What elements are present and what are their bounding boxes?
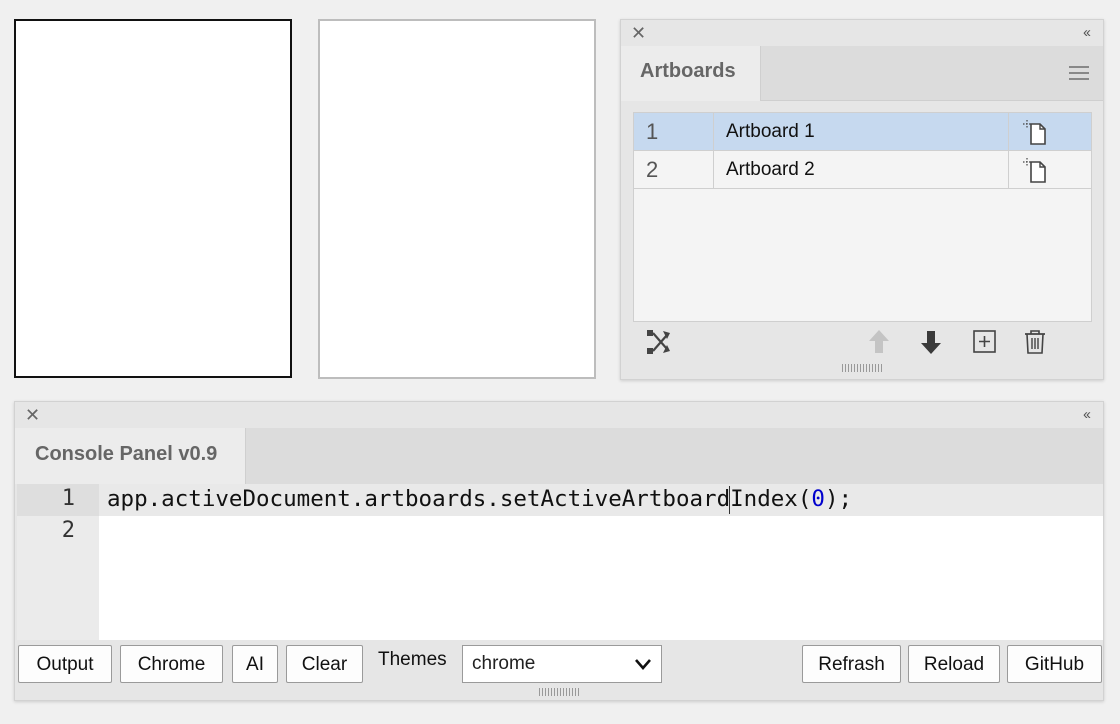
artboard-name[interactable]: Artboard 1 [714,113,1009,150]
artboard-2-canvas[interactable] [318,19,596,379]
refresh-button[interactable]: Refrash [802,645,901,683]
tab-strip: Artboards [621,46,1103,101]
resize-grip[interactable] [539,688,579,696]
panel-title-bar: ✕ ‹‹ [621,20,1103,46]
tab-console-panel[interactable]: Console Panel v0.9 [15,428,246,484]
ai-button[interactable]: AI [232,645,278,683]
line-number: 1 [61,486,75,511]
collapse-icon[interactable]: ‹‹ [1083,23,1091,43]
artboard-options[interactable] [1009,151,1091,188]
reload-button[interactable]: Reload [908,645,1000,683]
artboard-options[interactable] [1009,113,1091,150]
output-button[interactable]: Output [18,645,112,683]
artboard-index: 2 [634,151,714,188]
close-icon[interactable]: ✕ [25,405,40,425]
code-editor[interactable]: 1 2 app.activeDocument.artboards.setActi… [17,484,1103,640]
artboard-list: 1 Artboard 1 2 Artboard 2 [633,112,1092,322]
themes-label: Themes [378,649,447,670]
clear-button[interactable]: Clear [286,645,363,683]
close-icon[interactable]: ✕ [631,23,646,43]
code-text: app.activeDocument.artboards.setActiveAr… [107,486,812,512]
move-down-icon[interactable] [917,328,945,356]
collapse-icon[interactable]: ‹‹ [1083,405,1091,425]
panel-menu-icon[interactable] [1069,66,1089,84]
console-panel: ✕ ‹‹ Console Panel v0.9 1 2 app.activeDo… [14,401,1104,701]
new-artboard-icon[interactable] [971,328,999,356]
artboard-row[interactable]: 1 Artboard 1 [634,113,1091,151]
github-button[interactable]: GitHub [1007,645,1102,683]
artboard-1-canvas[interactable] [14,19,292,378]
artboard-index: 1 [634,113,714,150]
text-cursor [729,486,730,514]
resize-grip[interactable] [842,364,882,372]
chrome-button[interactable]: Chrome [120,645,223,683]
artboard-options-icon [1023,158,1046,183]
themes-selected-value: chrome [472,653,536,674]
themes-select[interactable]: chrome [462,645,662,683]
tab-strip: Console Panel v0.9 [15,428,1103,484]
rearrange-icon[interactable] [645,328,673,356]
artboard-options-icon [1023,120,1046,145]
tab-artboards[interactable]: Artboards [621,46,761,101]
panel-footer [621,324,1103,360]
move-up-icon[interactable] [865,328,893,356]
artboard-row[interactable]: 2 Artboard 2 [634,151,1091,189]
code-number-literal: 0 [811,486,825,512]
artboards-panel: ✕ ‹‹ Artboards 1 Artboard 1 2 Artboard 2 [620,19,1104,380]
code-text: ); [824,486,853,512]
code-line[interactable]: app.activeDocument.artboards.setActiveAr… [107,486,852,512]
line-number: 2 [61,518,75,543]
chevron-down-icon [635,659,651,670]
panel-title-bar: ✕ ‹‹ [15,402,1103,428]
delete-icon[interactable] [1021,328,1049,356]
console-toolbar: Output Chrome AI Clear Themes chrome Ref… [17,642,1102,686]
artboard-name[interactable]: Artboard 2 [714,151,1009,188]
line-gutter: 1 2 [17,484,99,640]
